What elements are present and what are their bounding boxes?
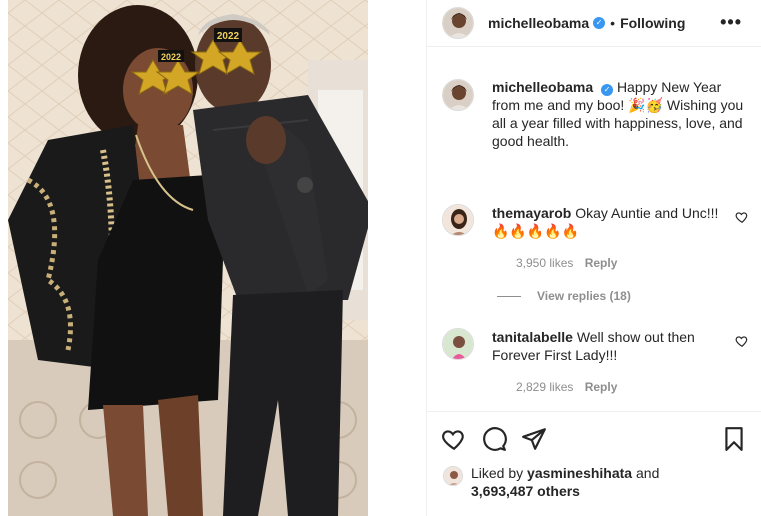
caption-text-block: michelleobama ✓ Happy New Year from me a… — [492, 78, 752, 150]
caption-username[interactable]: michelleobama — [492, 79, 593, 95]
commenter-avatar[interactable] — [442, 328, 474, 360]
comment-emoji: 🔥🔥🔥🔥🔥 — [492, 223, 580, 239]
likes-summary: Liked by yasmineshihata and 3,693,487 ot… — [443, 464, 659, 500]
likes-text: Liked by yasmineshihata and 3,693,487 ot… — [471, 464, 659, 500]
heart-icon[interactable] — [735, 210, 749, 224]
post-photo[interactable]: 2022 2022 — [8, 0, 368, 516]
comment-body: tanitalabelle Well show out then Forever… — [492, 328, 732, 396]
liked-by-prefix: Liked by — [471, 465, 524, 481]
separator-dot: • — [610, 15, 616, 31]
author-username[interactable]: michelleobama — [488, 15, 589, 31]
heart-icon[interactable] — [441, 426, 467, 452]
comment-text: Okay Auntie and Unc!!! — [575, 205, 719, 221]
more-icon[interactable]: ••• — [720, 12, 742, 33]
heart-icon[interactable] — [735, 334, 749, 348]
verified-icon: ✓ — [601, 84, 614, 96]
comment-likes[interactable]: 3,950 likes — [516, 256, 573, 270]
comment-meta: 2,829 likes Reply — [492, 378, 732, 396]
commenter-avatar[interactable] — [442, 204, 474, 236]
replies-line — [497, 295, 521, 297]
caption: michelleobama ✓ Happy New Year from me a… — [442, 78, 752, 150]
following-button[interactable]: Following — [620, 15, 685, 31]
author-avatar[interactable] — [442, 7, 474, 39]
comment-icon[interactable] — [481, 426, 507, 452]
glasses-text-right: 2022 — [217, 31, 240, 42]
reply-button[interactable]: Reply — [585, 256, 618, 270]
share-icon[interactable] — [521, 426, 547, 452]
reply-button[interactable]: Reply — [585, 380, 618, 394]
comments-section[interactable]: michelleobama ✓ Happy New Year from me a… — [427, 48, 761, 411]
comment-username[interactable]: themayarob — [492, 205, 571, 221]
view-replies-button[interactable]: View replies (18) — [497, 289, 631, 303]
comment-meta: 3,950 likes Reply — [492, 254, 732, 272]
liker-avatar[interactable] — [443, 466, 463, 486]
bookmark-icon[interactable] — [721, 426, 747, 452]
post-header: michelleobama ✓ • Following ••• — [427, 0, 761, 47]
comment-item: tanitalabelle Well show out then Forever… — [442, 328, 749, 396]
verified-icon: ✓ — [593, 17, 606, 29]
view-replies-label: View replies (18) — [537, 289, 631, 303]
action-bar — [427, 411, 761, 463]
caption-avatar[interactable] — [442, 79, 474, 111]
liked-by-and: and — [636, 465, 660, 481]
comment-body: themayarob Okay Auntie and Unc!!! 🔥🔥🔥🔥🔥 … — [492, 204, 732, 272]
liked-by-others[interactable]: 3,693,487 others — [471, 483, 580, 499]
post-image: 2022 2022 — [8, 0, 368, 516]
glasses-text-left: 2022 — [161, 52, 181, 62]
comment-item: themayarob Okay Auntie and Unc!!! 🔥🔥🔥🔥🔥 … — [442, 204, 749, 272]
comment-likes[interactable]: 2,829 likes — [516, 380, 573, 394]
post-panel: michelleobama ✓ • Following ••• michelle… — [426, 0, 761, 516]
liked-by-user[interactable]: yasmineshihata — [527, 465, 632, 481]
comment-username[interactable]: tanitalabelle — [492, 329, 573, 345]
